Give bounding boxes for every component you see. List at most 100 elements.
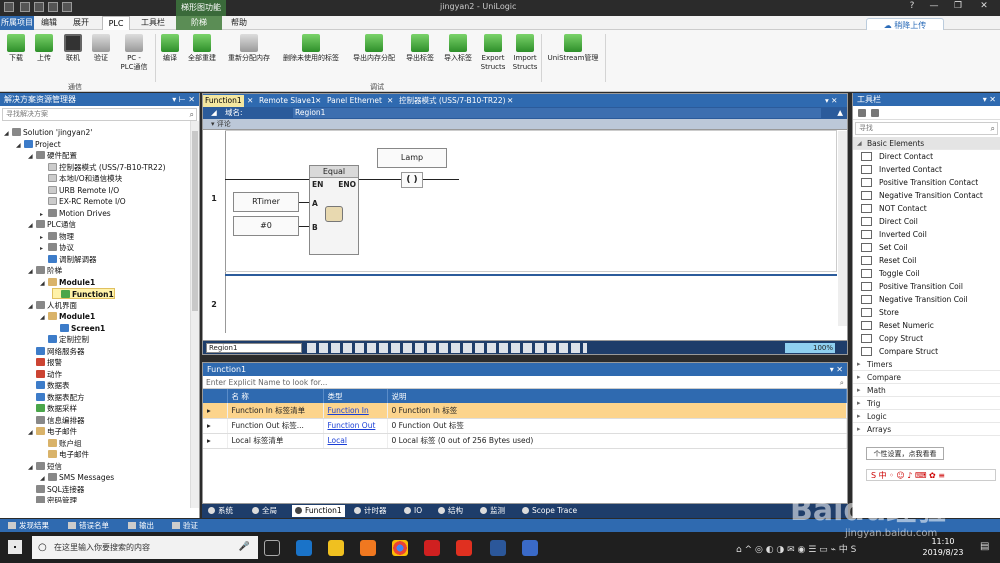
toolbox-item[interactable]: Store [853, 306, 1000, 319]
column-name[interactable]: 名 称 [227, 389, 324, 403]
tree-item[interactable]: EX-RC Remote I/O [40, 196, 126, 207]
toolbox-item[interactable]: Compare Struct [853, 345, 1000, 358]
pin-icon[interactable]: ▾ ✕ [830, 363, 843, 376]
category-basic-elements[interactable]: Basic Elements [853, 137, 1000, 150]
pin-icon[interactable]: ▾ ⊢ ✕ [172, 93, 195, 106]
tab-find-results[interactable]: 发现结果 [8, 520, 49, 531]
import-tags-button[interactable]: 导入标签 [440, 34, 476, 63]
expander-icon[interactable]: ▸ [40, 232, 48, 243]
help-icon[interactable]: ? [900, 1, 924, 11]
tab-scope-trace[interactable]: Scope Trace [522, 505, 577, 517]
tree-item[interactable]: 控制器模式 (USS/7-B10-TR22) [40, 162, 166, 173]
ladder-element-toolbar[interactable] [307, 343, 587, 353]
direct-coil[interactable]: ( ) [401, 172, 423, 188]
toolbox-item[interactable]: Positive Transition Contact [853, 176, 1000, 189]
column-description[interactable]: 说明 [387, 389, 847, 403]
tab-function1-tags[interactable]: Function1 [292, 505, 345, 517]
expander-icon[interactable]: ◢ [16, 140, 24, 151]
upload-button[interactable]: 上传 [32, 34, 56, 63]
scroll-up-icon[interactable]: ▲ [837, 107, 843, 119]
tree-item[interactable]: 数据表配方 [28, 392, 85, 403]
tree-item[interactable]: 定制控制 [40, 334, 89, 345]
tree-item[interactable]: ▸ 物理 [40, 231, 74, 242]
maximize-button[interactable]: ❐ [946, 1, 970, 11]
toolbox-item[interactable]: Copy Struct [853, 332, 1000, 345]
toolbox-category[interactable]: Math [853, 384, 1000, 397]
system-tray-icons[interactable]: ⌂ ^ ◎ ◐ ◑ ✉ ◉ ☰ ▭ ⌁ 中 S [736, 542, 856, 555]
expander-icon[interactable]: ◢ [40, 473, 48, 484]
column-type[interactable]: 类型 [323, 389, 388, 403]
new-file-icon[interactable] [20, 2, 30, 12]
taskbar-search-input[interactable]: ○ 在这里输入你要搜索的内容 🎤 [32, 536, 258, 559]
open-file-icon[interactable] [34, 2, 44, 12]
build-button[interactable]: 编译 [158, 34, 182, 63]
pc-plc-button[interactable]: PC - PLC通信 [116, 34, 152, 72]
scrollbar-thumb[interactable] [192, 131, 198, 311]
menu-help[interactable]: 帮助 [226, 16, 252, 30]
tab-remote-slave1[interactable]: Remote Slave1 [257, 95, 318, 107]
tree-item[interactable]: 数据采样 [28, 403, 77, 414]
solution-search-input[interactable]: 寻找解决方案 ⌕ [2, 108, 197, 121]
edge-icon[interactable] [296, 540, 312, 556]
pin-icon[interactable]: ▾ ✕ [983, 93, 996, 106]
zoom-level[interactable]: 100% [785, 343, 835, 353]
tree-item[interactable]: ◢ SMS Messages [40, 472, 114, 483]
tree-scrollbar[interactable] [190, 121, 199, 508]
row-type-link[interactable]: Function In [328, 406, 369, 415]
expander-icon[interactable]: ▸ [40, 243, 48, 254]
tab-error-list[interactable]: 错误名单 [68, 520, 109, 531]
tab-close-icon[interactable]: ✕ [313, 95, 323, 107]
toolbox-item[interactable]: Toggle Coil [853, 267, 1000, 280]
region-name-field[interactable]: Region1 [293, 108, 821, 118]
weibo-icon[interactable] [456, 540, 472, 556]
chrome-icon[interactable] [392, 540, 408, 556]
row-type-link[interactable]: Local [328, 436, 347, 445]
toolbox-search-input[interactable]: 寻找 ⌕ [855, 122, 998, 135]
editor-panel-controls[interactable]: ▾ ✕ [823, 95, 839, 107]
tab-close-icon[interactable]: ✕ [245, 95, 255, 107]
tab-close-icon[interactable]: ✕ [385, 95, 395, 107]
unistream-manage-button[interactable]: UniStream管理 [544, 34, 602, 63]
menu-plc[interactable]: PLC [102, 16, 130, 30]
tab-function1[interactable]: Function1 [203, 95, 244, 107]
tree-item[interactable]: 账户组 [40, 438, 82, 449]
coil-tag-box[interactable]: Lamp [377, 148, 447, 168]
table-row[interactable]: ▸ Function In 标签清单 Function In 0 Functio… [203, 403, 847, 419]
expander-icon[interactable]: ◢ [28, 266, 36, 277]
tree-item[interactable]: ◢ Solution 'jingyan2' [4, 127, 92, 138]
tab-monitor[interactable]: 监测 [480, 505, 505, 517]
collapse-icon[interactable]: ◢ [211, 107, 217, 119]
table-row[interactable]: ▸ Function Out 标签... Function Out 0 Func… [203, 418, 847, 434]
comment-bar[interactable]: ▾ 评论 [203, 119, 847, 129]
table-row[interactable]: ▸ Local 标签清单 Local 0 Local 标签 (0 out of … [203, 433, 847, 449]
rebuild-all-button[interactable]: 全部重建 [184, 34, 220, 63]
tree-item[interactable]: 动作 [28, 369, 62, 380]
toolbox-item[interactable]: Inverted Contact [853, 163, 1000, 176]
expander-icon[interactable]: ◢ [40, 312, 48, 323]
menu-project[interactable]: 所属项目 [0, 16, 34, 30]
tab-controller-mode[interactable]: 控制器模式 (USS/7-B10-TR22) [397, 95, 508, 107]
equal-function-block[interactable]: Equal EN ENO A B [309, 165, 359, 255]
explicit-name-filter-input[interactable]: Enter Explicit Name to look for... ⌕ [203, 376, 847, 389]
toolbox-category[interactable]: Arrays [853, 423, 1000, 436]
expander-icon[interactable]: ◢ [28, 301, 36, 312]
expander-icon[interactable]: ◢ [28, 220, 36, 231]
toolbox-item[interactable]: Set Coil [853, 241, 1000, 254]
online-button[interactable]: 联机 [60, 34, 86, 63]
tab-close-icon[interactable]: ✕ [505, 95, 515, 107]
tree-item[interactable]: ◢ 电子邮件 [28, 426, 77, 437]
tab-global[interactable]: 全局 [252, 505, 277, 517]
tree-item[interactable]: SQL连接器 [28, 484, 84, 495]
tree-item[interactable]: Screen1 [52, 323, 105, 334]
tree-item[interactable]: ◢ 硬件配置 [28, 150, 77, 161]
toolbox-item[interactable]: Direct Coil [853, 215, 1000, 228]
rung-2[interactable] [225, 274, 837, 334]
tree-item[interactable]: ▸ 协议 [40, 242, 74, 253]
tree-item[interactable]: URB Remote I/O [40, 185, 119, 196]
file-explorer-icon[interactable] [328, 540, 344, 556]
region-select[interactable]: Region1 [206, 343, 302, 353]
tree-item[interactable]: ◢ Module1 [40, 311, 95, 322]
undo-icon[interactable] [62, 2, 72, 12]
tree-item[interactable]: ◢ 人机界面 [28, 300, 77, 311]
toolbox-category[interactable]: Compare [853, 371, 1000, 384]
